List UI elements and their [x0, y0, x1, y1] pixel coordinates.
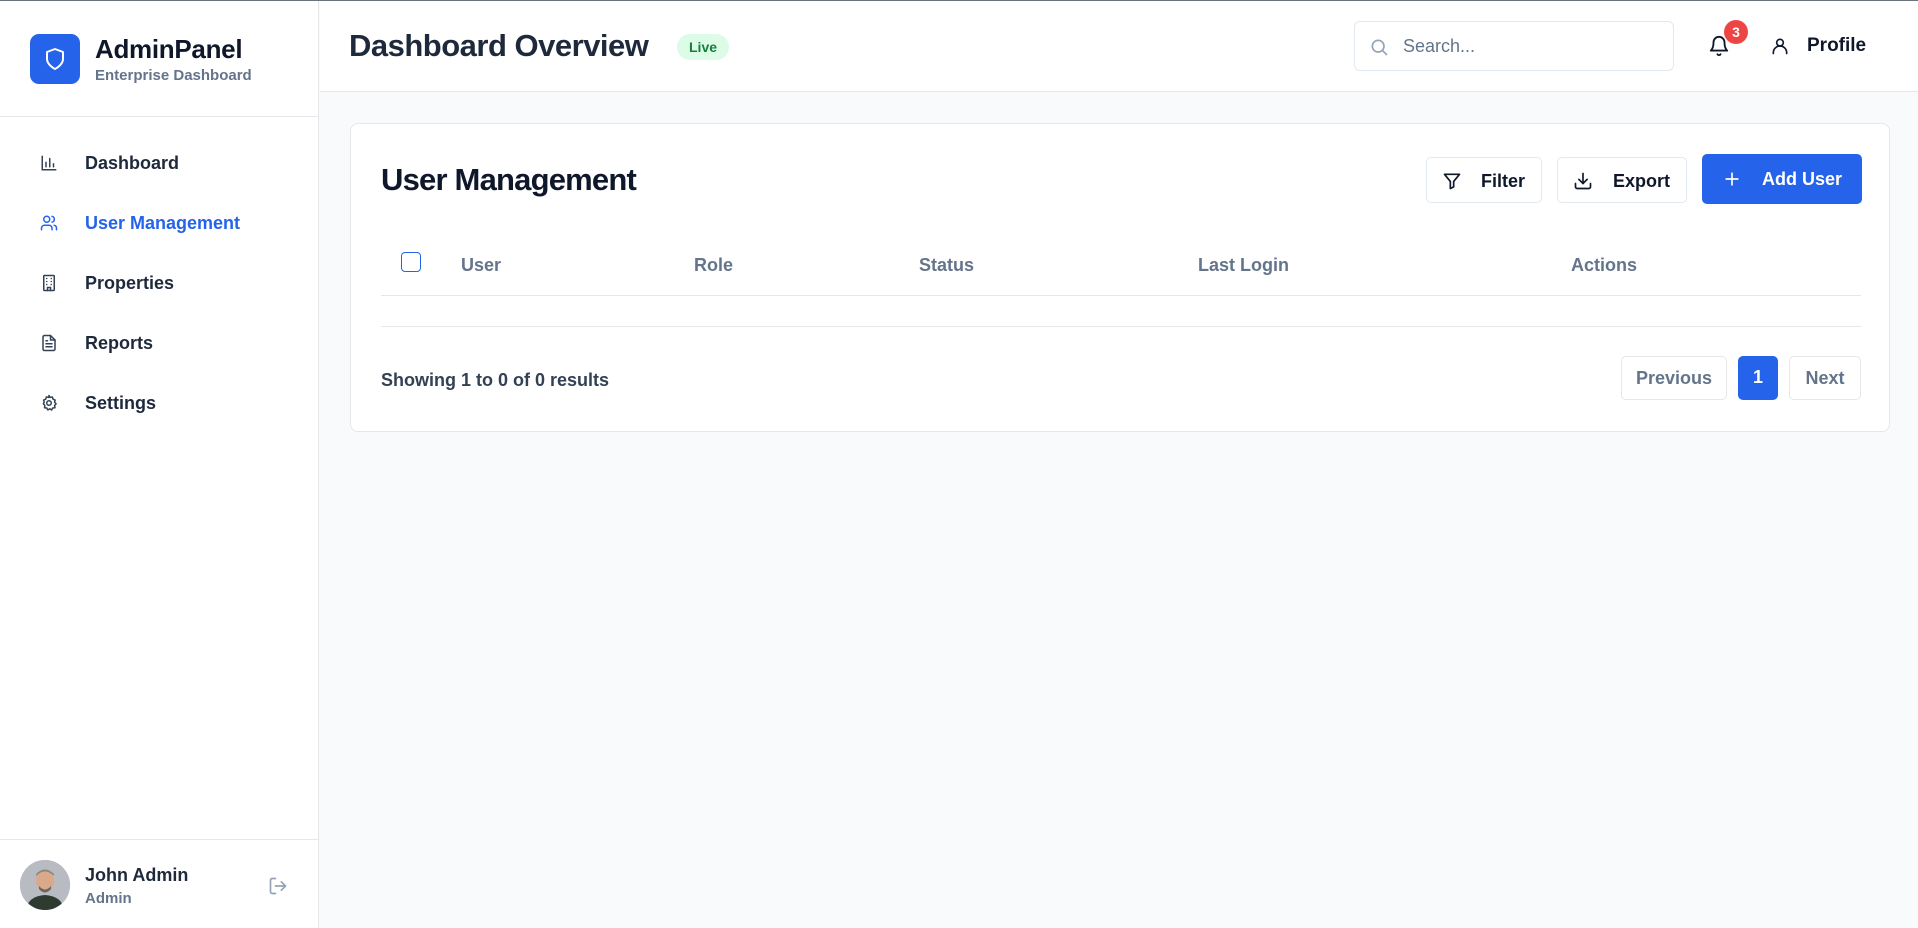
- sidebar-item-label: Properties: [85, 272, 175, 293]
- user-management-card: User Management Filter Export Add User U…: [350, 123, 1890, 432]
- brand-header: AdminPanel Enterprise Dashboard: [0, 1, 318, 117]
- results-summary: Showing 1 to 0 of 0 results: [381, 370, 610, 390]
- column-header-status[interactable]: Status: [919, 255, 974, 276]
- notification-count-badge: 3: [1724, 20, 1748, 44]
- sidebar-user-card: John Admin Admin: [0, 839, 318, 928]
- gear-icon: [42, 394, 57, 411]
- document-icon: [42, 334, 56, 352]
- page-title: Dashboard Overview: [349, 28, 649, 63]
- filter-icon: [1443, 173, 1461, 190]
- sidebar-item-dashboard[interactable]: Dashboard: [0, 133, 318, 193]
- filter-button[interactable]: Filter: [1426, 157, 1542, 203]
- user-icon: [1772, 38, 1788, 55]
- download-icon: [1574, 172, 1592, 190]
- avatar-image: [20, 860, 70, 910]
- sidebar-item-label: Reports: [85, 332, 154, 353]
- next-page-button[interactable]: Next: [1789, 356, 1861, 400]
- user-role: Admin: [85, 890, 132, 907]
- sidebar-item-label: Settings: [85, 392, 157, 413]
- search-bar: [1354, 21, 1674, 71]
- brand-title: AdminPanel: [95, 34, 243, 64]
- sidebar-item-user-management[interactable]: User Management: [0, 193, 318, 253]
- sidebar-nav: Dashboard User Management Properties Rep…: [0, 133, 318, 433]
- top-header: Dashboard Overview Live 3 Profile: [320, 1, 1918, 92]
- brand-logo[interactable]: [30, 34, 80, 84]
- sidebar: AdminPanel Enterprise Dashboard Dashboar…: [0, 1, 319, 928]
- table-body-divider: [381, 326, 1861, 327]
- shield-icon: [46, 48, 64, 70]
- user-name: John Admin: [85, 865, 189, 885]
- plus-icon: [1725, 172, 1739, 186]
- table-header: User Role Status Last Login Actions: [381, 224, 1861, 296]
- column-header-user[interactable]: User: [461, 255, 501, 276]
- users-icon: [40, 215, 58, 231]
- column-header-role[interactable]: Role: [694, 255, 733, 276]
- avatar[interactable]: [20, 860, 70, 910]
- select-all-checkbox[interactable]: [401, 252, 421, 272]
- previous-page-button[interactable]: Previous: [1621, 356, 1727, 400]
- building-icon: [43, 274, 55, 292]
- column-header-actions: Actions: [1571, 255, 1638, 275]
- add-user-label: Add User: [1762, 169, 1843, 189]
- sidebar-item-label: User Management: [85, 212, 241, 233]
- search-icon: [1371, 39, 1388, 56]
- profile-label: Profile: [1807, 35, 1867, 56]
- brand-subtitle: Enterprise Dashboard: [95, 67, 252, 84]
- sidebar-item-reports[interactable]: Reports: [0, 313, 318, 373]
- add-user-button[interactable]: Add User: [1702, 154, 1862, 204]
- status-badge: Live: [677, 34, 730, 60]
- sidebar-item-properties[interactable]: Properties: [0, 253, 318, 313]
- page-1-button[interactable]: 1: [1738, 356, 1778, 400]
- search-input[interactable]: [1403, 22, 1663, 70]
- export-button[interactable]: Export: [1557, 157, 1687, 203]
- sidebar-item-settings[interactable]: Settings: [0, 373, 318, 433]
- bar-chart-icon: [41, 155, 57, 171]
- export-label: Export: [1613, 171, 1671, 191]
- sidebar-item-label: Dashboard: [85, 152, 180, 173]
- filter-label: Filter: [1481, 171, 1526, 191]
- logout-icon[interactable]: [268, 876, 288, 896]
- card-title: User Management: [381, 162, 637, 197]
- column-header-last-login[interactable]: Last Login: [1198, 255, 1289, 276]
